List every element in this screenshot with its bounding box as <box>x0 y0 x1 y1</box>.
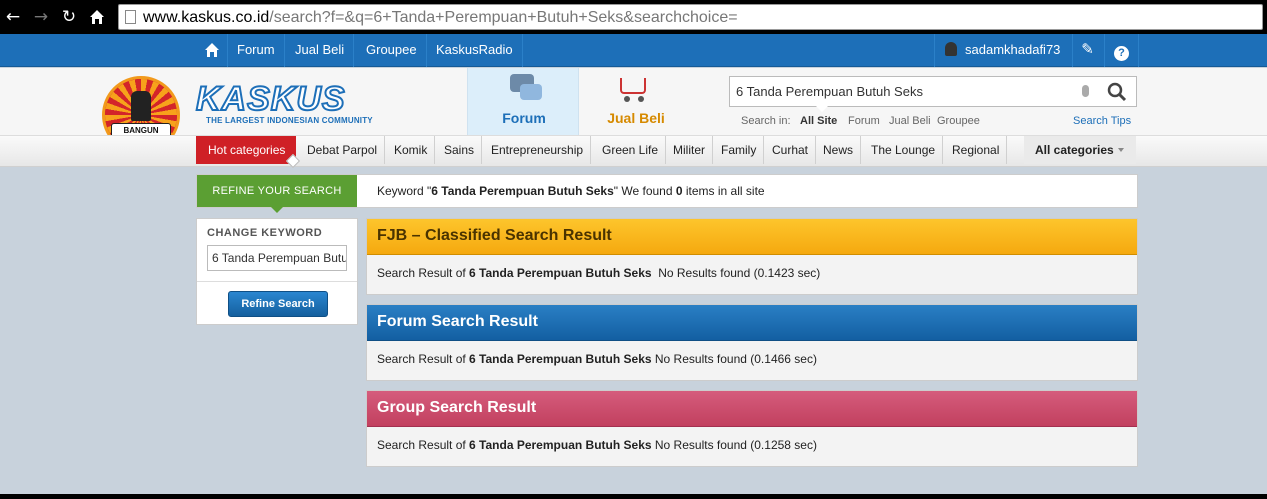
topnav-forum[interactable]: Forum <box>228 34 285 67</box>
search-in-groupee[interactable]: Groupee <box>937 115 980 127</box>
topnav-groupee[interactable]: Groupee <box>357 34 427 67</box>
search-icon[interactable] <box>1106 81 1128 108</box>
category-item[interactable]: Family <box>714 136 765 164</box>
tab-forum[interactable]: Forum <box>467 68 579 135</box>
forward-icon[interactable]: → <box>30 6 52 28</box>
group-result-panel: Group Search Result Search Result of 6 T… <box>366 390 1138 467</box>
refine-bar: REFINE YOUR SEARCH Keyword "6 Tanda Pere… <box>196 174 1138 213</box>
category-item[interactable]: Regional <box>945 136 1008 164</box>
tab-jual-beli[interactable]: Jual Beli <box>580 68 692 135</box>
top-nav: Forum Jual Beli Groupee KaskusRadio sada… <box>0 34 1267 67</box>
change-keyword-panel: CHANGE KEYWORD 6 Tanda Perempuan Butuh S… <box>196 218 358 325</box>
address-bar[interactable]: www.kaskus.co.id/search?f=&q=6+Tanda+Per… <box>118 4 1263 30</box>
fjb-result-panel: FJB – Classified Search Result Search Re… <box>366 218 1138 295</box>
search-in-forum[interactable]: Forum <box>848 115 880 127</box>
category-item[interactable]: Komik <box>387 136 436 164</box>
kaskus-logo[interactable]: KASKUS <box>195 79 346 119</box>
category-item[interactable]: The Lounge <box>864 136 944 164</box>
home-nav-icon[interactable] <box>196 34 228 67</box>
category-item[interactable]: Green Life <box>595 136 667 164</box>
kaskus-tagline: THE LARGEST INDONESIAN COMMUNITY <box>206 116 373 125</box>
forum-result-panel: Forum Search Result Search Result of 6 T… <box>366 304 1138 381</box>
refine-search-button[interactable]: Refine Search <box>228 291 328 317</box>
url-text: www.kaskus.co.id/search?f=&q=6+Tanda+Per… <box>143 9 738 26</box>
refine-your-search-tab[interactable]: REFINE YOUR SEARCH <box>197 175 357 213</box>
search-in-all-site[interactable]: All Site <box>800 115 837 127</box>
help-icon[interactable]: ? <box>1105 34 1139 67</box>
back-icon[interactable]: ← <box>2 6 24 28</box>
fist-icon <box>131 91 151 121</box>
bottom-border <box>0 494 1267 499</box>
page-icon <box>125 10 136 24</box>
category-item[interactable]: Curhat <box>765 136 817 164</box>
all-categories-dropdown[interactable]: All categories <box>1024 136 1136 164</box>
browser-toolbar: ← → ↻ www.kaskus.co.id/search?f=&q=6+Tan… <box>0 0 1267 34</box>
pencil-icon[interactable]: ✎ <box>1071 34 1105 67</box>
hot-categories[interactable]: Hot categories <box>196 136 301 169</box>
category-item[interactable]: Sains <box>437 136 483 164</box>
category-item[interactable]: Entrepreneurship <box>484 136 592 164</box>
change-keyword-title: CHANGE KEYWORD <box>207 227 323 239</box>
fjb-result-text: Search Result of 6 Tanda Perempuan Butuh… <box>377 266 821 280</box>
forum-result-text: Search Result of 6 Tanda Perempuan Butuh… <box>377 352 817 366</box>
topnav-kaskusradio[interactable]: KaskusRadio <box>427 34 523 67</box>
search-in-jual-beli[interactable]: Jual Beli <box>889 115 931 127</box>
reload-icon[interactable]: ↻ <box>58 6 80 28</box>
microphone-icon[interactable] <box>1082 85 1089 97</box>
avatar <box>945 42 957 56</box>
shopping-cart-icon <box>620 78 646 94</box>
topnav-jual-beli[interactable]: Jual Beli <box>286 34 355 67</box>
keyword-field[interactable]: 6 Tanda Perempuan Butuh Seks <box>207 245 347 271</box>
group-result-title: Group Search Result <box>367 391 1137 427</box>
search-input[interactable]: 6 Tanda Perempuan Butuh Seks <box>729 76 1137 112</box>
search-summary: Keyword "6 Tanda Perempuan Butuh Seks" W… <box>377 184 765 198</box>
caret-down-icon <box>1117 148 1124 152</box>
category-item[interactable]: Militer <box>666 136 713 164</box>
category-item[interactable]: News <box>816 136 862 164</box>
home-icon[interactable] <box>86 6 108 28</box>
fjb-result-title: FJB – Classified Search Result <box>367 219 1137 255</box>
forum-result-title: Forum Search Result <box>367 305 1137 341</box>
search-in-label: Search in: <box>741 115 791 127</box>
search-tips-link[interactable]: Search Tips <box>1073 115 1131 127</box>
username: sadamkhadafi73 <box>965 42 1061 57</box>
group-result-text: Search Result of 6 Tanda Perempuan Butuh… <box>377 438 817 452</box>
category-item[interactable]: Debat Parpol <box>300 136 386 164</box>
user-menu[interactable]: sadamkhadafi73 <box>934 34 1074 67</box>
